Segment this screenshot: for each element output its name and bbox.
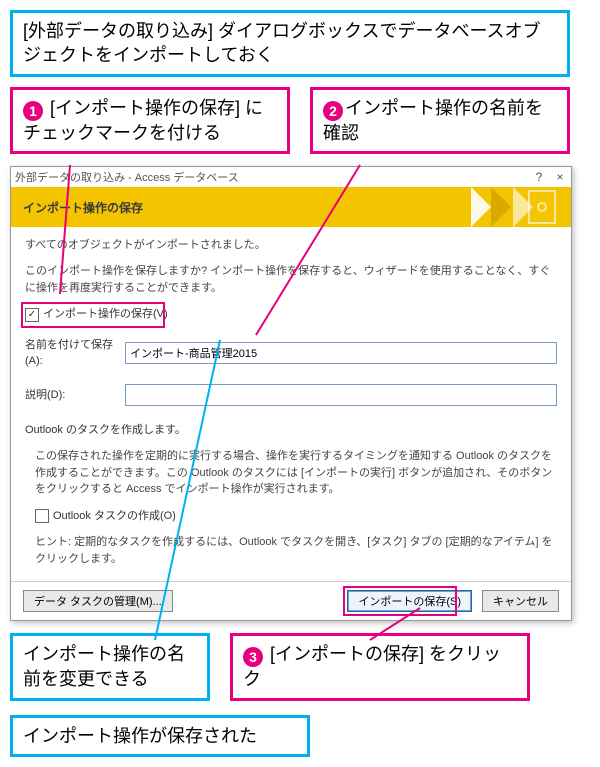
rename-note-text: インポート操作の名前を変更できる	[23, 644, 185, 688]
intro-text: [外部データの取り込み] ダイアログボックスでデータベースオブジェクトをインポー…	[23, 21, 541, 65]
save-import-checkbox[interactable]: ✓	[25, 308, 39, 322]
outlook-section-header: Outlook のタスクを作成します。	[25, 422, 557, 439]
step2-number: 2	[323, 101, 343, 121]
save-import-checkbox-label: インポート操作の保存(V)	[43, 306, 168, 323]
import-dialog: 外部データの取り込み - Access データベース ? × インポート操作の保…	[10, 166, 572, 622]
description-input[interactable]	[125, 384, 557, 406]
step1-text: [インポート操作の保存] にチェックマークを付ける	[23, 98, 263, 143]
close-icon[interactable]: ×	[553, 170, 567, 184]
step1-number: 1	[23, 101, 43, 121]
dialog-titlebar: 外部データの取り込み - Access データベース ? ×	[11, 167, 571, 187]
window-controls: ? ×	[528, 170, 567, 184]
name-field-label: 名前を付けて保存(A):	[25, 337, 125, 370]
result-text: インポート操作が保存された	[23, 726, 257, 746]
step3-number: 3	[243, 647, 263, 667]
all-imported-text: すべてのオブジェクトがインポートされました。	[25, 237, 557, 254]
dialog-footer: データ タスクの管理(M)... インポートの保存(S) キャンセル	[11, 581, 571, 620]
help-icon[interactable]: ?	[532, 170, 546, 184]
rename-note-callout: インポート操作の名前を変更できる	[10, 633, 210, 700]
outlook-task-checkbox-label: Outlook タスクの作成(O)	[53, 508, 176, 525]
outlook-section-body: この保存された操作を定期的に実行する場合、操作を実行するタイミングを通知する O…	[25, 448, 557, 498]
step2-text: インポート操作の名前を確認	[323, 98, 543, 143]
banner-decoration-icon	[441, 187, 561, 227]
dialog-body: すべてのオブジェクトがインポートされました。 このインポート操作を保存しますか?…	[11, 227, 571, 582]
banner-title: インポート操作の保存	[23, 199, 143, 216]
step2-callout: 2インポート操作の名前を確認	[310, 87, 570, 154]
save-import-button[interactable]: インポートの保存(S)	[347, 590, 472, 612]
manage-data-tasks-button[interactable]: データ タスクの管理(M)...	[23, 590, 173, 612]
step1-callout: 1 [インポート操作の保存] にチェックマークを付ける	[10, 87, 290, 154]
outlook-task-checkbox[interactable]	[35, 509, 49, 523]
intro-callout: [外部データの取り込み] ダイアログボックスでデータベースオブジェクトをインポー…	[10, 10, 570, 77]
dialog-banner: インポート操作の保存	[11, 187, 571, 227]
cancel-button[interactable]: キャンセル	[482, 590, 559, 612]
step3-callout: 3 [インポートの保存] をクリック	[230, 633, 530, 700]
dialog-title-text: 外部データの取り込み - Access データベース	[15, 169, 239, 185]
step3-text: [インポートの保存] をクリック	[243, 644, 501, 689]
result-callout: インポート操作が保存された	[10, 715, 310, 757]
save-question-text: このインポート操作を保存しますか? インポート操作を保存すると、ウィザードを使用…	[25, 263, 557, 296]
description-field-label: 説明(D):	[25, 387, 125, 404]
save-name-input[interactable]	[125, 342, 557, 364]
outlook-hint-text: ヒント: 定期的なタスクを作成するには、Outlook でタスクを開き、[タスク…	[25, 534, 557, 567]
